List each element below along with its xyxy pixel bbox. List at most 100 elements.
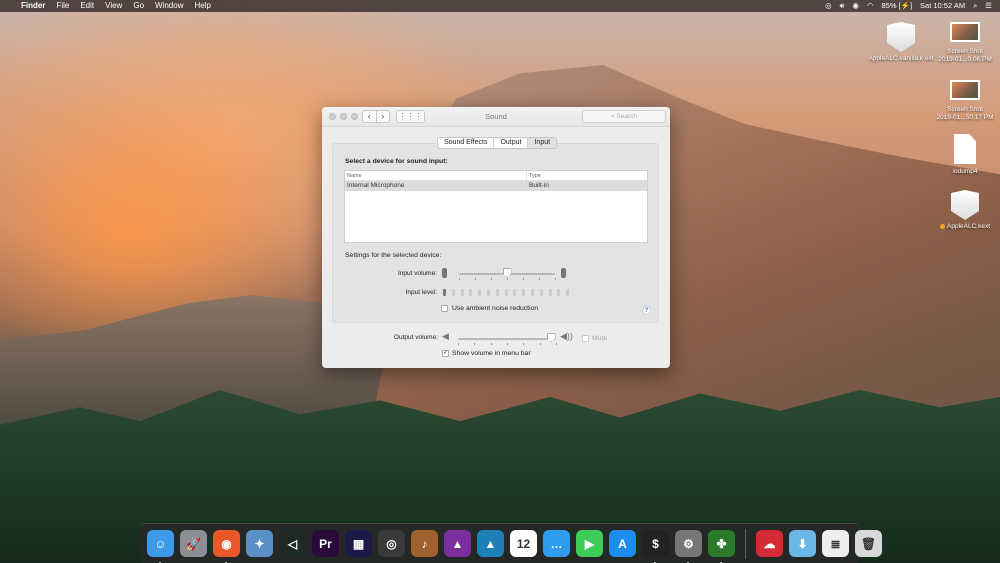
microphone-high-icon (561, 268, 566, 278)
garageband-icon: ♪ (421, 536, 428, 551)
dock-adobe-media-encoder[interactable]: ▦ (345, 530, 372, 557)
kext-icon (887, 22, 915, 52)
battery-charging-icon[interactable]: [⚡] (899, 0, 913, 12)
dock-garageband[interactable]: ♪ (411, 530, 438, 557)
dock-affinity-photo[interactable]: ▲ (444, 530, 471, 557)
dock: ☺ 🚀 ◉ ✦ ◁ Pr ▦ ◎ ♪ ▲ ▲ 12 … ▶ A $ ⚙ ✤ ☁ ⬇ ≣ 🗑 (141, 523, 882, 563)
desktop-icon-applealc-kext[interactable]: AppleALC.kext (930, 190, 1000, 231)
tab-input[interactable]: Input (528, 138, 557, 148)
dock-messages[interactable]: … (543, 530, 570, 557)
column-header-type[interactable]: Type (527, 171, 647, 180)
dock-calendar[interactable]: 12 (510, 530, 537, 557)
desktop-icon-screenshot-1[interactable]: Screen Shot 2019-01...0.06 PM (930, 22, 1000, 63)
input-level-segment (566, 289, 570, 296)
input-level-segment (451, 289, 455, 296)
menu-app-name[interactable]: Finder (21, 0, 45, 12)
slider-tick (507, 343, 508, 345)
dock-trash[interactable]: 🗑 (855, 530, 882, 557)
screenshot-thumbnail-icon (950, 80, 980, 100)
menu-edit[interactable]: Edit (80, 0, 94, 12)
help-button[interactable]: ? (642, 306, 651, 315)
spotlight-search-icon[interactable]: ⌕ (973, 0, 977, 12)
search-field[interactable]: ⌕ Search (582, 110, 666, 123)
slider-tick (523, 278, 524, 280)
window-titlebar[interactable]: ‹ › ⋮⋮⋮ Sound ⌕ Search (322, 107, 670, 127)
dock-firefox[interactable]: ◉ (213, 530, 240, 563)
noise-reduction-checkbox[interactable] (441, 305, 448, 312)
slider-tick (539, 343, 541, 345)
slider-tick (507, 278, 508, 280)
noise-reduction-label[interactable]: Use ambient noise reduction (452, 305, 538, 312)
table-row[interactable]: Internal Microphone Built-in (345, 181, 647, 191)
dock-document[interactable]: ≣ (822, 530, 849, 557)
menu-view[interactable]: View (105, 0, 122, 12)
dock-terminal[interactable]: $ (642, 530, 669, 563)
desktop-icon-label-line2: 2019-01...0.06 PM (938, 55, 992, 63)
input-level-segment (443, 289, 446, 296)
desktop-icon-screenshot-2[interactable]: Screen Shot 2019-01...50.17 PM (930, 80, 1000, 121)
column-header-name[interactable]: Name (345, 171, 527, 180)
output-volume-label: Output volume: (393, 334, 438, 341)
desktop-icon-applealc-vanilla-kext[interactable]: AppleALC.vanilla.k ext (866, 22, 936, 63)
dock-finder[interactable]: ☺ (147, 530, 174, 563)
menu-file[interactable]: File (56, 0, 69, 12)
search-placeholder: Search (616, 113, 638, 120)
table-header: Name Type (345, 171, 647, 181)
input-level-segment (495, 289, 499, 296)
desktop-icon-label-line1: Screen Shot (947, 48, 983, 55)
slider-tick (459, 278, 460, 280)
dock-affinity-designer[interactable]: ▲ (477, 530, 504, 557)
document-icon: ≣ (830, 536, 841, 551)
clock[interactable]: Sat 10:52 AM (920, 0, 965, 12)
dock-visual-studio-code[interactable]: ◁ (279, 530, 306, 557)
slider-tick (556, 343, 557, 345)
dock-clover-configurator[interactable]: ✤ (708, 530, 735, 563)
menu-window[interactable]: Window (155, 0, 183, 12)
dock-facetime[interactable]: ▶ (576, 530, 603, 557)
system-preferences-icon: ⚙ (683, 536, 694, 551)
input-level-segment (548, 289, 552, 296)
dock-downloads[interactable]: ⬇ (789, 530, 816, 557)
output-volume-track[interactable] (458, 338, 556, 340)
input-level-segment (460, 289, 464, 296)
tab-sound-effects[interactable]: Sound Effects (438, 138, 495, 148)
dock-launchpad[interactable]: 🚀 (180, 530, 207, 557)
dock-creative-cloud-files[interactable]: ☁ (756, 530, 783, 557)
tab-output[interactable]: Output (494, 138, 529, 148)
affinity-photo-icon: ▲ (451, 536, 464, 551)
input-level-segment (478, 289, 482, 296)
notification-center-icon[interactable]: ☰ (985, 0, 992, 12)
dock-system-preferences[interactable]: ⚙ (675, 530, 702, 563)
input-level-segment (504, 289, 508, 296)
dock-preview[interactable]: ✦ (246, 530, 273, 557)
kext-icon (951, 190, 979, 220)
input-level-segment (487, 289, 490, 296)
wifi-icon[interactable]: ◠ (867, 0, 874, 12)
menu-help[interactable]: Help (194, 0, 210, 12)
menu-go[interactable]: Go (133, 0, 144, 12)
battery-percent[interactable]: 85% (882, 0, 897, 12)
volume-icon[interactable]: 🔊︎ (840, 0, 845, 12)
input-level-segment (557, 289, 561, 296)
show-volume-label[interactable]: Show volume in menu bar (452, 350, 531, 357)
finder-icon: ☺ (154, 536, 167, 551)
desktop-icon-iodump4[interactable]: iodump4 (930, 134, 1000, 176)
creative-cloud-icon[interactable]: ◎ (825, 0, 832, 12)
input-volume-slider-knob[interactable] (502, 268, 512, 277)
clover-configurator-icon: ✤ (716, 536, 727, 551)
visual-studio-code-icon: ◁ (287, 536, 298, 551)
slider-tick (539, 278, 540, 280)
dock-separator (745, 528, 746, 559)
desktop-icon-label: AppleALC.kext (947, 223, 990, 230)
downloads-icon: ⬇ (797, 536, 808, 551)
dock-adobe-premiere-pro[interactable]: Pr (312, 530, 339, 557)
messages-icon: … (550, 536, 563, 551)
mute-label[interactable]: Mute (592, 335, 607, 342)
show-volume-checkbox[interactable]: ✓ (442, 350, 449, 357)
dock-logic-pro[interactable]: ◎ (378, 530, 405, 557)
input-panel: Select a device for sound input: Name Ty… (332, 143, 659, 323)
output-volume-slider-knob[interactable] (546, 333, 556, 342)
mute-checkbox[interactable] (582, 335, 589, 342)
nvidia-icon[interactable]: ◉ (852, 0, 859, 12)
dock-app-store[interactable]: A (609, 530, 636, 557)
